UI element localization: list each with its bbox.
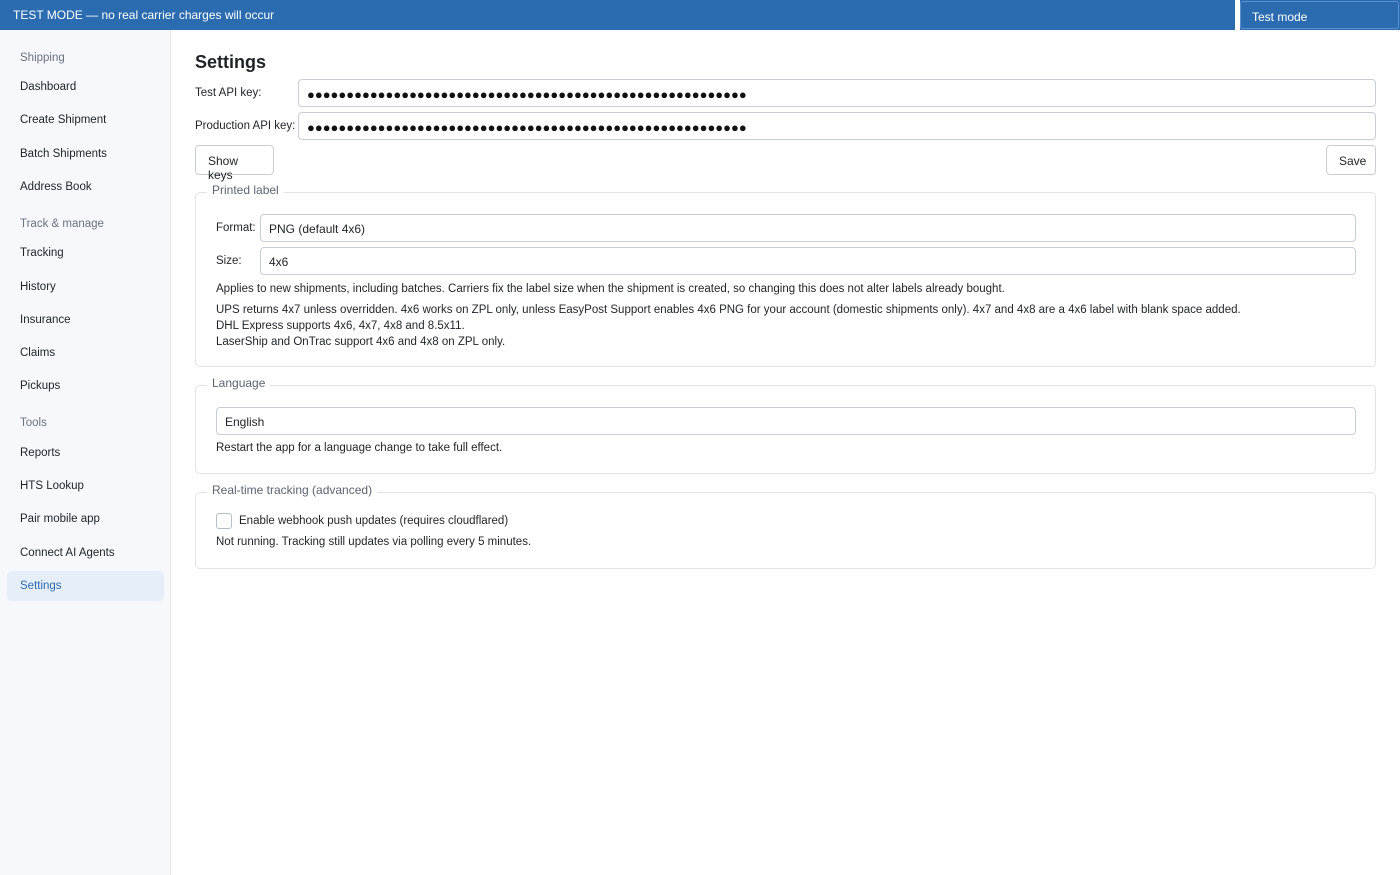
format-label: Format: — [216, 222, 256, 234]
sidebar-item-pair-mobile-app[interactable]: Pair mobile app — [7, 504, 164, 534]
nav-group-shipping: Shipping — [20, 52, 65, 64]
sidebar-item-tracking[interactable]: Tracking — [7, 238, 164, 268]
sidebar-item-insurance[interactable]: Insurance — [7, 305, 164, 335]
webhook-checkbox-label[interactable]: Enable webhook push updates (requires cl… — [239, 514, 508, 529]
sidebar-item-address-book[interactable]: Address Book — [7, 172, 164, 202]
tracking-status-text: Not running. Tracking still updates via … — [216, 536, 532, 548]
size-select[interactable]: 4x6 — [260, 247, 1356, 275]
test-api-key-input[interactable]: ●●●●●●●●●●●●●●●●●●●●●●●●●●●●●●●●●●●●●●●●… — [298, 79, 1376, 107]
nav-group-tools: Tools — [20, 417, 47, 429]
show-keys-button[interactable]: Show keys — [195, 145, 274, 182]
realtime-tracking-section: Real-time tracking (advanced) Enable web… — [195, 483, 1376, 569]
realtime-tracking-legend: Real-time tracking (advanced) — [207, 483, 378, 497]
production-api-key-value: ●●●●●●●●●●●●●●●●●●●●●●●●●●●●●●●●●●●●●●●●… — [307, 120, 747, 135]
sidebar-item-reports[interactable]: Reports — [7, 438, 164, 468]
language-select[interactable]: English — [216, 407, 1356, 435]
sidebar-item-pickups[interactable]: Pickups — [7, 371, 164, 401]
format-select[interactable]: PNG (default 4x6) — [260, 214, 1356, 242]
banner-text: TEST MODE — no real carrier charges will… — [13, 8, 275, 22]
sidebar-item-connect-ai-agents[interactable]: Connect AI Agents — [7, 538, 164, 568]
page-title: Settings — [195, 52, 267, 72]
save-button[interactable]: Save — [1326, 145, 1376, 175]
label-help-text: Applies to new shipments, including batc… — [216, 283, 1005, 295]
sidebar-item-batch-shipments[interactable]: Batch Shipments — [7, 139, 164, 169]
language-legend: Language — [207, 376, 271, 390]
nav-group-track-manage: Track & manage — [20, 218, 104, 230]
sidebar-item-claims[interactable]: Claims — [7, 338, 164, 368]
printed-label-section: Printed label Format: PNG (default 4x6) … — [195, 183, 1376, 367]
production-api-key-label: Production API key: — [195, 120, 296, 132]
test-api-key-label: Test API key: — [195, 87, 262, 99]
sidebar-item-dashboard[interactable]: Dashboard — [7, 72, 164, 102]
mode-select[interactable]: Test mode — [1240, 1, 1399, 29]
sidebar-item-create-shipment[interactable]: Create Shipment — [7, 105, 164, 135]
sidebar-item-history[interactable]: History — [7, 272, 164, 302]
dhl-note: DHL Express supports 4x6, 4x7, 4x8 and 8… — [216, 320, 465, 332]
test-mode-banner: TEST MODE — no real carrier charges will… — [0, 0, 1400, 30]
sidebar-item-settings[interactable]: Settings — [7, 571, 164, 601]
printed-label-legend: Printed label — [207, 183, 284, 197]
sidebar: Shipping Dashboard Create Shipment Batch… — [0, 30, 171, 875]
language-section: Language English Restart the app for a l… — [195, 376, 1376, 474]
size-label: Size: — [216, 255, 242, 267]
webhook-checkbox[interactable] — [216, 513, 232, 529]
production-api-key-input[interactable]: ●●●●●●●●●●●●●●●●●●●●●●●●●●●●●●●●●●●●●●●●… — [298, 112, 1376, 140]
ups-note: UPS returns 4x7 unless overridden. 4x6 w… — [216, 304, 1241, 316]
sidebar-item-hts-lookup[interactable]: HTS Lookup — [7, 471, 164, 501]
language-help-text: Restart the app for a language change to… — [216, 442, 503, 454]
test-api-key-value: ●●●●●●●●●●●●●●●●●●●●●●●●●●●●●●●●●●●●●●●●… — [307, 87, 747, 102]
lasership-note: LaserShip and OnTrac support 4x6 and 4x8… — [216, 336, 506, 348]
